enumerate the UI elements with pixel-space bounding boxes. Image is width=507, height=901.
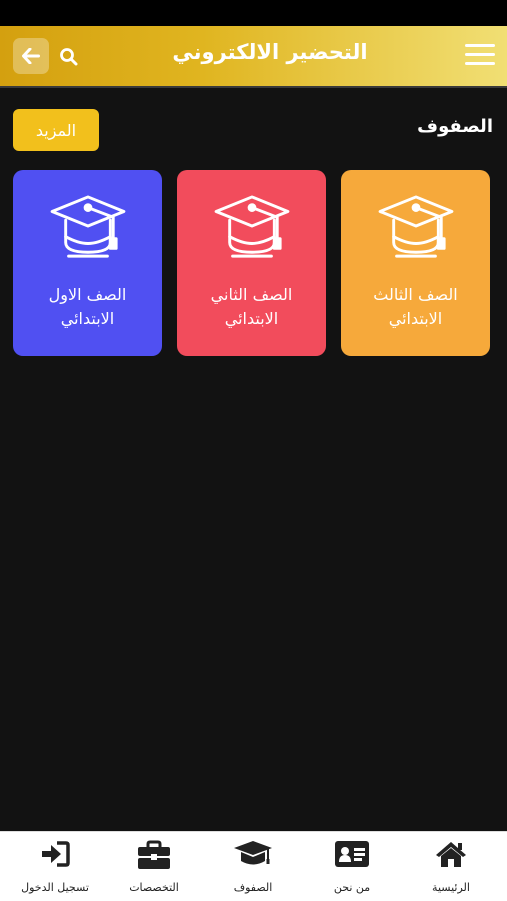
grade-card-third[interactable]: الصف الثالث الابتدائي — [341, 170, 490, 356]
section-title: الصفوف — [417, 116, 493, 137]
nav-item-home[interactable]: الرئيسية — [401, 832, 501, 901]
graduation-cap-icon — [50, 195, 126, 258]
nav-item-specializations[interactable]: التخصصات — [104, 832, 204, 901]
search-icon — [59, 47, 77, 65]
nav-item-about[interactable]: من نحن — [302, 832, 402, 901]
app-bar: التحضير الالكتروني — [0, 26, 507, 88]
menu-button[interactable] — [465, 44, 495, 68]
back-button[interactable] — [13, 38, 49, 74]
hamburger-menu-icon — [465, 44, 495, 47]
search-button[interactable] — [57, 41, 79, 71]
grade-card-second[interactable]: الصف الثاني الابتدائي — [177, 170, 326, 356]
login-icon — [42, 841, 70, 867]
grade-card-title: الصف الثاني — [210, 285, 293, 304]
grade-card-label: الصف الثاني الابتدائي — [181, 283, 322, 331]
graduation-cap-icon — [214, 195, 290, 258]
briefcase-icon — [138, 840, 170, 869]
status-bar — [0, 0, 507, 26]
grade-card-title: الصف الاول — [48, 285, 127, 304]
grade-card-subtitle: الابتدائي — [388, 309, 443, 328]
nav-label: الصفوف — [233, 881, 273, 894]
grade-card-label: الصف الاول الابتدائي — [17, 283, 158, 331]
menu-line — [465, 62, 495, 65]
grade-card-first[interactable]: الصف الاول الابتدائي — [13, 170, 162, 356]
nav-item-login[interactable]: تسجيل الدخول — [5, 832, 105, 901]
app-title: التحضير الالكتروني — [172, 40, 368, 64]
grade-card-title: الصف الثالث — [373, 285, 458, 304]
more-button[interactable]: المزيد — [13, 109, 99, 151]
bottom-navigation: تسجيل الدخول التخصصات الصفوف من نحن الرئ… — [0, 831, 507, 901]
grade-card-subtitle: الابتدائي — [60, 309, 115, 328]
home-icon — [436, 842, 466, 867]
graduation-cap-icon — [378, 195, 454, 258]
nav-label: الرئيسية — [432, 881, 470, 894]
arrow-left-icon — [22, 48, 40, 64]
nav-label: التخصصات — [129, 881, 179, 894]
nav-label: من نحن — [333, 881, 371, 894]
grade-card-subtitle: الابتدائي — [224, 309, 279, 328]
nav-item-grades[interactable]: الصفوف — [203, 832, 303, 901]
menu-line — [465, 53, 495, 56]
graduation-cap-icon — [234, 841, 272, 865]
nav-label: تسجيل الدخول — [21, 881, 89, 894]
grade-card-label: الصف الثالث الابتدائي — [345, 283, 486, 331]
id-card-icon — [335, 841, 369, 867]
